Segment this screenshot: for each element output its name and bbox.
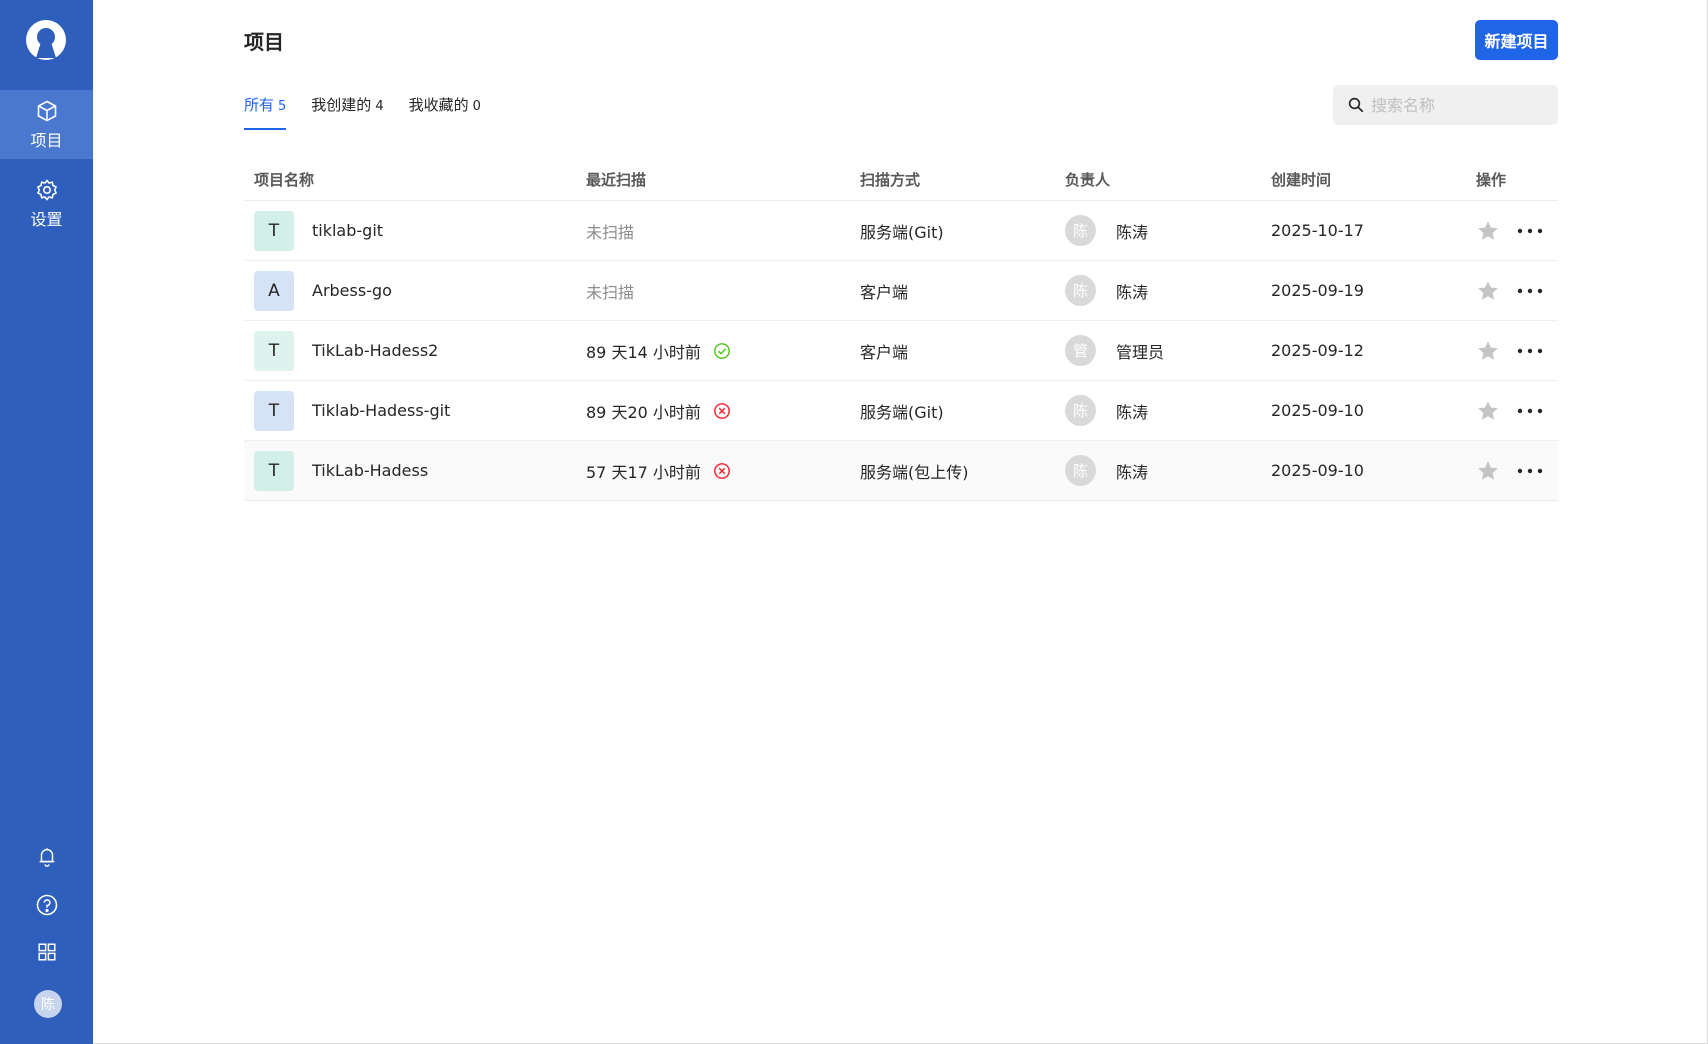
sidebar-item-label: 设置	[30, 209, 63, 229]
last-scan-text: 89 天14 小时前	[586, 342, 701, 362]
table-header: 项目名称 最近扫描 扫描方式 负责人 创建时间 操作	[244, 158, 1558, 201]
sidebar-item-label: 项目	[30, 130, 63, 150]
more-icon[interactable]	[1516, 459, 1544, 483]
user-avatar[interactable]: 陈	[34, 990, 62, 1018]
tab-favorites[interactable]: 我收藏的 0	[409, 94, 481, 130]
search-icon	[1348, 97, 1364, 113]
more-icon[interactable]	[1516, 279, 1544, 303]
sidebar-item-settings[interactable]: 设置	[0, 169, 93, 238]
more-icon[interactable]	[1516, 399, 1544, 423]
search-input[interactable]	[1371, 95, 1551, 115]
search-box	[1333, 85, 1558, 125]
table-row[interactable]: T TikLab-Hadess 57 天17 小时前 服务端(包上传) 陈 陈涛…	[244, 441, 1558, 501]
scan-way: 服务端(Git)	[860, 222, 944, 242]
new-project-button[interactable]: 新建项目	[1475, 20, 1558, 60]
column-header-name: 项目名称	[254, 170, 315, 189]
table-row[interactable]: T TikLab-Hadess2 89 天14 小时前 客户端 管 管理员 20…	[244, 321, 1558, 381]
last-scan-text: 未扫描	[586, 222, 635, 242]
project-name[interactable]: Tiklab-Hadess-git	[312, 401, 450, 420]
project-avatar: T	[254, 330, 294, 371]
tab-count: 5	[278, 99, 287, 114]
tab-created-by-me[interactable]: 我创建的 4	[311, 94, 383, 130]
owner-avatar: 管	[1065, 335, 1096, 366]
owner-name: 陈涛	[1116, 222, 1149, 242]
apps-grid-icon[interactable]	[34, 939, 60, 965]
table-body: T tiklab-git 未扫描 服务端(Git) 陈 陈涛 2025-10-1…	[244, 201, 1558, 501]
tab-count: 0	[472, 99, 481, 114]
project-avatar: A	[254, 270, 294, 311]
cube-icon	[37, 100, 56, 121]
success-check-icon	[713, 342, 730, 359]
last-scan-text: 未扫描	[586, 282, 635, 302]
created-date: 2025-09-12	[1271, 341, 1364, 360]
bell-icon[interactable]	[34, 844, 60, 870]
column-header-actions: 操作	[1476, 170, 1507, 189]
failure-x-icon	[713, 462, 730, 479]
created-date: 2025-10-17	[1271, 221, 1364, 240]
created-date: 2025-09-10	[1271, 461, 1364, 480]
scan-way: 客户端	[860, 342, 909, 362]
last-scan-text: 57 天17 小时前	[586, 462, 701, 482]
app-logo-icon[interactable]	[24, 18, 68, 62]
project-name[interactable]: Arbess-go	[312, 281, 392, 300]
created-date: 2025-09-19	[1271, 281, 1364, 300]
owner-name: 陈涛	[1116, 402, 1149, 422]
tab-count: 4	[375, 99, 384, 114]
tab-all[interactable]: 所有 5	[244, 94, 287, 130]
sidebar: 项目 设置 陈	[0, 0, 93, 1044]
help-icon[interactable]	[34, 892, 60, 918]
scan-way: 服务端(包上传)	[860, 462, 969, 482]
owner-avatar: 陈	[1065, 455, 1096, 486]
projects-table: 项目名称 最近扫描 扫描方式 负责人 创建时间 操作 T tiklab-git …	[244, 158, 1558, 501]
tab-label: 所有	[244, 96, 275, 114]
page-title: 项目	[244, 30, 284, 54]
owner-avatar: 陈	[1065, 215, 1096, 246]
owner-avatar: 陈	[1065, 275, 1096, 306]
owner-name: 陈涛	[1116, 462, 1149, 482]
star-icon[interactable]	[1476, 219, 1500, 243]
project-avatar: T	[254, 450, 294, 491]
app-frame	[0, 0, 1708, 1044]
star-icon[interactable]	[1476, 339, 1500, 363]
scan-way: 客户端	[860, 282, 909, 302]
project-name[interactable]: TikLab-Hadess	[312, 461, 428, 480]
project-name[interactable]: tiklab-git	[312, 221, 383, 240]
sidebar-item-projects[interactable]: 项目	[0, 90, 93, 159]
more-icon[interactable]	[1516, 339, 1544, 363]
scan-way: 服务端(Git)	[860, 402, 944, 422]
column-header-owner: 负责人	[1065, 170, 1111, 189]
owner-name: 陈涛	[1116, 282, 1149, 302]
star-icon[interactable]	[1476, 399, 1500, 423]
tab-label: 我创建的	[311, 96, 372, 114]
last-scan-text: 89 天20 小时前	[586, 402, 701, 422]
project-name[interactable]: TikLab-Hadess2	[312, 341, 438, 360]
column-header-created: 创建时间	[1271, 170, 1332, 189]
project-avatar: T	[254, 210, 294, 251]
owner-name: 管理员	[1116, 342, 1165, 362]
table-row[interactable]: T tiklab-git 未扫描 服务端(Git) 陈 陈涛 2025-10-1…	[244, 201, 1558, 261]
owner-avatar: 陈	[1065, 395, 1096, 426]
star-icon[interactable]	[1476, 459, 1500, 483]
filter-tabs: 所有 5 我创建的 4 我收藏的 0	[244, 94, 506, 130]
tab-label: 我收藏的	[408, 96, 469, 114]
column-header-last-scan: 最近扫描	[586, 170, 647, 189]
table-row[interactable]: A Arbess-go 未扫描 客户端 陈 陈涛 2025-09-19	[244, 261, 1558, 321]
table-row[interactable]: T Tiklab-Hadess-git 89 天20 小时前 服务端(Git) …	[244, 381, 1558, 441]
created-date: 2025-09-10	[1271, 401, 1364, 420]
column-header-scan-way: 扫描方式	[860, 170, 921, 189]
failure-x-icon	[713, 402, 730, 419]
star-icon[interactable]	[1476, 279, 1500, 303]
gear-icon	[36, 178, 57, 201]
project-avatar: T	[254, 390, 294, 431]
more-icon[interactable]	[1516, 219, 1544, 243]
